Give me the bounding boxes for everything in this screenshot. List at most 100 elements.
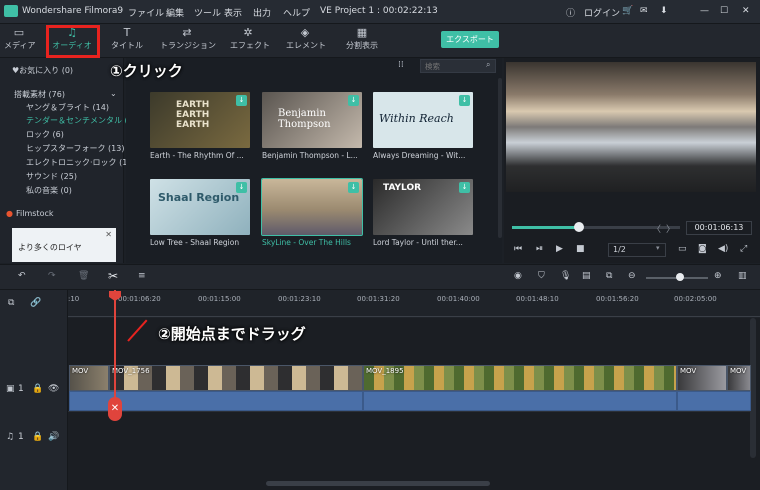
sidebar-item-electronic-rock[interactable]: エレクトロニック·ロック (11) [26,157,136,168]
download-icon[interactable]: ↓ [348,182,359,193]
audio-track-number: 1 [18,432,24,442]
sidebar-item-rock[interactable]: ロック (6) [26,129,64,140]
download-icon[interactable]: ↓ [236,182,247,193]
timeline-ruler[interactable]: :10 00:01:06:20 00:01:15:00 00:01:23:10 … [68,290,760,318]
menu-file[interactable]: ファイル [128,6,164,19]
menu-export[interactable]: 出力 [253,6,271,19]
columns-icon[interactable]: ▥ [738,271,747,281]
redo-icon[interactable]: ↷ [48,271,56,281]
speaker-icon[interactable]: 🔊 [48,432,59,442]
mail-icon[interactable]: ✉ [640,6,648,16]
chevron-down-icon[interactable]: ⌄ [110,89,117,98]
tab-transitions[interactable]: ⇄ トランジション [160,26,216,56]
undo-icon[interactable]: ↶ [18,271,26,281]
skip-back-icon[interactable]: ⏮ [514,244,522,254]
search-icon[interactable]: ⌕ [486,60,490,70]
banner-close-icon[interactable]: ✕ [105,230,112,239]
music-card-lord-taylor[interactable]: TAYLOR ↓ Lord Taylor - Until ther... [373,179,473,247]
download-icon[interactable]: ↓ [459,182,470,193]
audio-waveform[interactable] [363,391,677,411]
stop-icon[interactable]: ■ [576,244,585,254]
music-card-earth[interactable]: EARTH EARTH EARTH ↓ Earth - The Rhythm O… [150,92,250,160]
zoom-out-icon[interactable]: ⊖ [628,271,636,281]
scrollbar[interactable] [498,78,502,238]
sidebar-favorites[interactable]: ♥お気に入り (0) [12,65,73,76]
audio-waveform[interactable] [677,391,751,411]
lock-icon[interactable]: 🔒 [32,432,43,442]
music-card-benjamin[interactable]: Benjamin Thompson ↓ Benjamin Thompson - … [262,92,362,160]
video-track-number: 1 [18,384,24,394]
sidebar-builtin[interactable]: 搭載素材 (76) [14,89,65,100]
fullscreen-icon[interactable]: ⤢ [740,244,747,254]
menu-edit[interactable]: 編集 [166,6,184,19]
download-icon[interactable]: ↓ [348,95,359,106]
filmstock-icon: ● [6,209,13,218]
sidebar-item-my-music[interactable]: 私の音楽 (0) [26,185,72,196]
download-icon[interactable]: ↓ [459,95,470,106]
sidebar-filmstock[interactable]: Filmstock [16,209,54,218]
minimize-icon[interactable]: — [700,6,709,16]
sidebar-item-sound[interactable]: サウンド (25) [26,171,77,182]
grid-view-icon[interactable]: ⁞⁞ [398,60,404,70]
cart-icon[interactable]: 🛒 [622,6,633,16]
monitor-icon[interactable]: ▭ [678,244,687,254]
volume-icon[interactable]: ◀) [718,244,728,254]
video-clip[interactable]: MOV [69,365,109,391]
render-icon[interactable]: ◉ [514,271,522,281]
voiceover-icon[interactable]: ▤ [582,271,591,281]
cut-icon[interactable]: ✂ [108,269,118,283]
video-clip[interactable]: MOV_1895 [363,365,677,391]
menu-help[interactable]: ヘルプ [283,6,310,19]
step-forward-icon[interactable]: ⏯ [536,244,543,254]
preview-video [506,62,756,192]
tab-media[interactable]: ▭ メディア [4,26,35,56]
snap-icon[interactable]: ⧉ [606,271,612,281]
mark-in-icon[interactable]: 〈 [652,222,661,235]
menu-tools[interactable]: ツール [194,6,221,19]
cut-marker-icon[interactable]: ✕ [108,397,122,421]
info-icon[interactable]: ⓘ [566,6,575,19]
maximize-icon[interactable]: ☐ [720,6,728,16]
link-icon[interactable]: 🔗 [30,298,41,308]
ruler-tick: 00:01:31:20 [357,295,400,303]
zoom-handle[interactable] [676,273,684,281]
delete-icon[interactable]: 🗑 [78,271,89,281]
video-clip[interactable]: MOV [727,365,751,391]
music-card-skyline[interactable]: ↓ SkyLine - Over The Hills [261,178,363,247]
snapshot-icon[interactable]: ◙ [698,244,707,254]
preview-timecode: 00:01:06:13 [686,221,752,235]
menu-view[interactable]: 表示 [224,6,242,19]
mic-icon[interactable]: 🎙 [560,271,571,281]
download-icon[interactable]: ⬇ [660,6,668,16]
filmstock-banner[interactable]: より多くのロイヤ ✕ [12,228,116,262]
play-icon[interactable]: ▶ [556,244,563,254]
sidebar-item-tender[interactable]: テンダー＆センチメンタル (7) [26,115,136,126]
music-card-always-dreaming[interactable]: Within Reach ↓ Always Dreaming - Wit... [373,92,473,160]
marker-icon[interactable]: ⛉ [538,271,545,281]
mark-out-icon[interactable]: 〉 [666,222,675,235]
tab-elements[interactable]: ◈ エレメント [286,26,326,56]
login-link[interactable]: ログイン [584,6,620,19]
zoom-in-icon[interactable]: ⊕ [714,271,722,281]
sidebar-item-hipster-folk[interactable]: ヒップスターフォーク (13) [26,143,124,154]
media-browser: ⁞⁞ ⌕ EARTH EARTH EARTH ↓ Earth - The Rhy… [126,58,502,263]
download-icon[interactable]: ↓ [236,95,247,106]
export-button[interactable]: エクスポート [441,31,499,48]
video-clip[interactable]: MOV_1756 [109,365,363,391]
tab-titles[interactable]: T タイトル [110,26,144,56]
adjust-icon[interactable]: ≡ [138,271,146,281]
ruler-tick: 00:01:23:10 [278,295,321,303]
eye-icon[interactable]: 👁 [48,384,59,394]
sidebar-item-young-bright[interactable]: ヤング＆ブライト (14) [26,102,109,113]
add-track-icon[interactable]: ⧉ [8,298,14,308]
close-icon[interactable]: ✕ [742,6,750,16]
lock-icon[interactable]: 🔒 [32,384,43,394]
music-caption: Earth - The Rhythm Of ... [150,151,244,160]
music-thumbnail: ↓ [261,178,363,236]
search-input[interactable] [420,59,496,73]
tab-split-screen[interactable]: ▦ 分割表示 [342,26,382,56]
music-card-low-tree[interactable]: Shaal Region ↓ Low Tree - Shaal Region [150,179,250,247]
horizontal-scrollbar[interactable] [266,481,490,486]
tab-effects[interactable]: ✲ エフェクト [230,26,270,56]
video-clip[interactable]: MOV [677,365,727,391]
